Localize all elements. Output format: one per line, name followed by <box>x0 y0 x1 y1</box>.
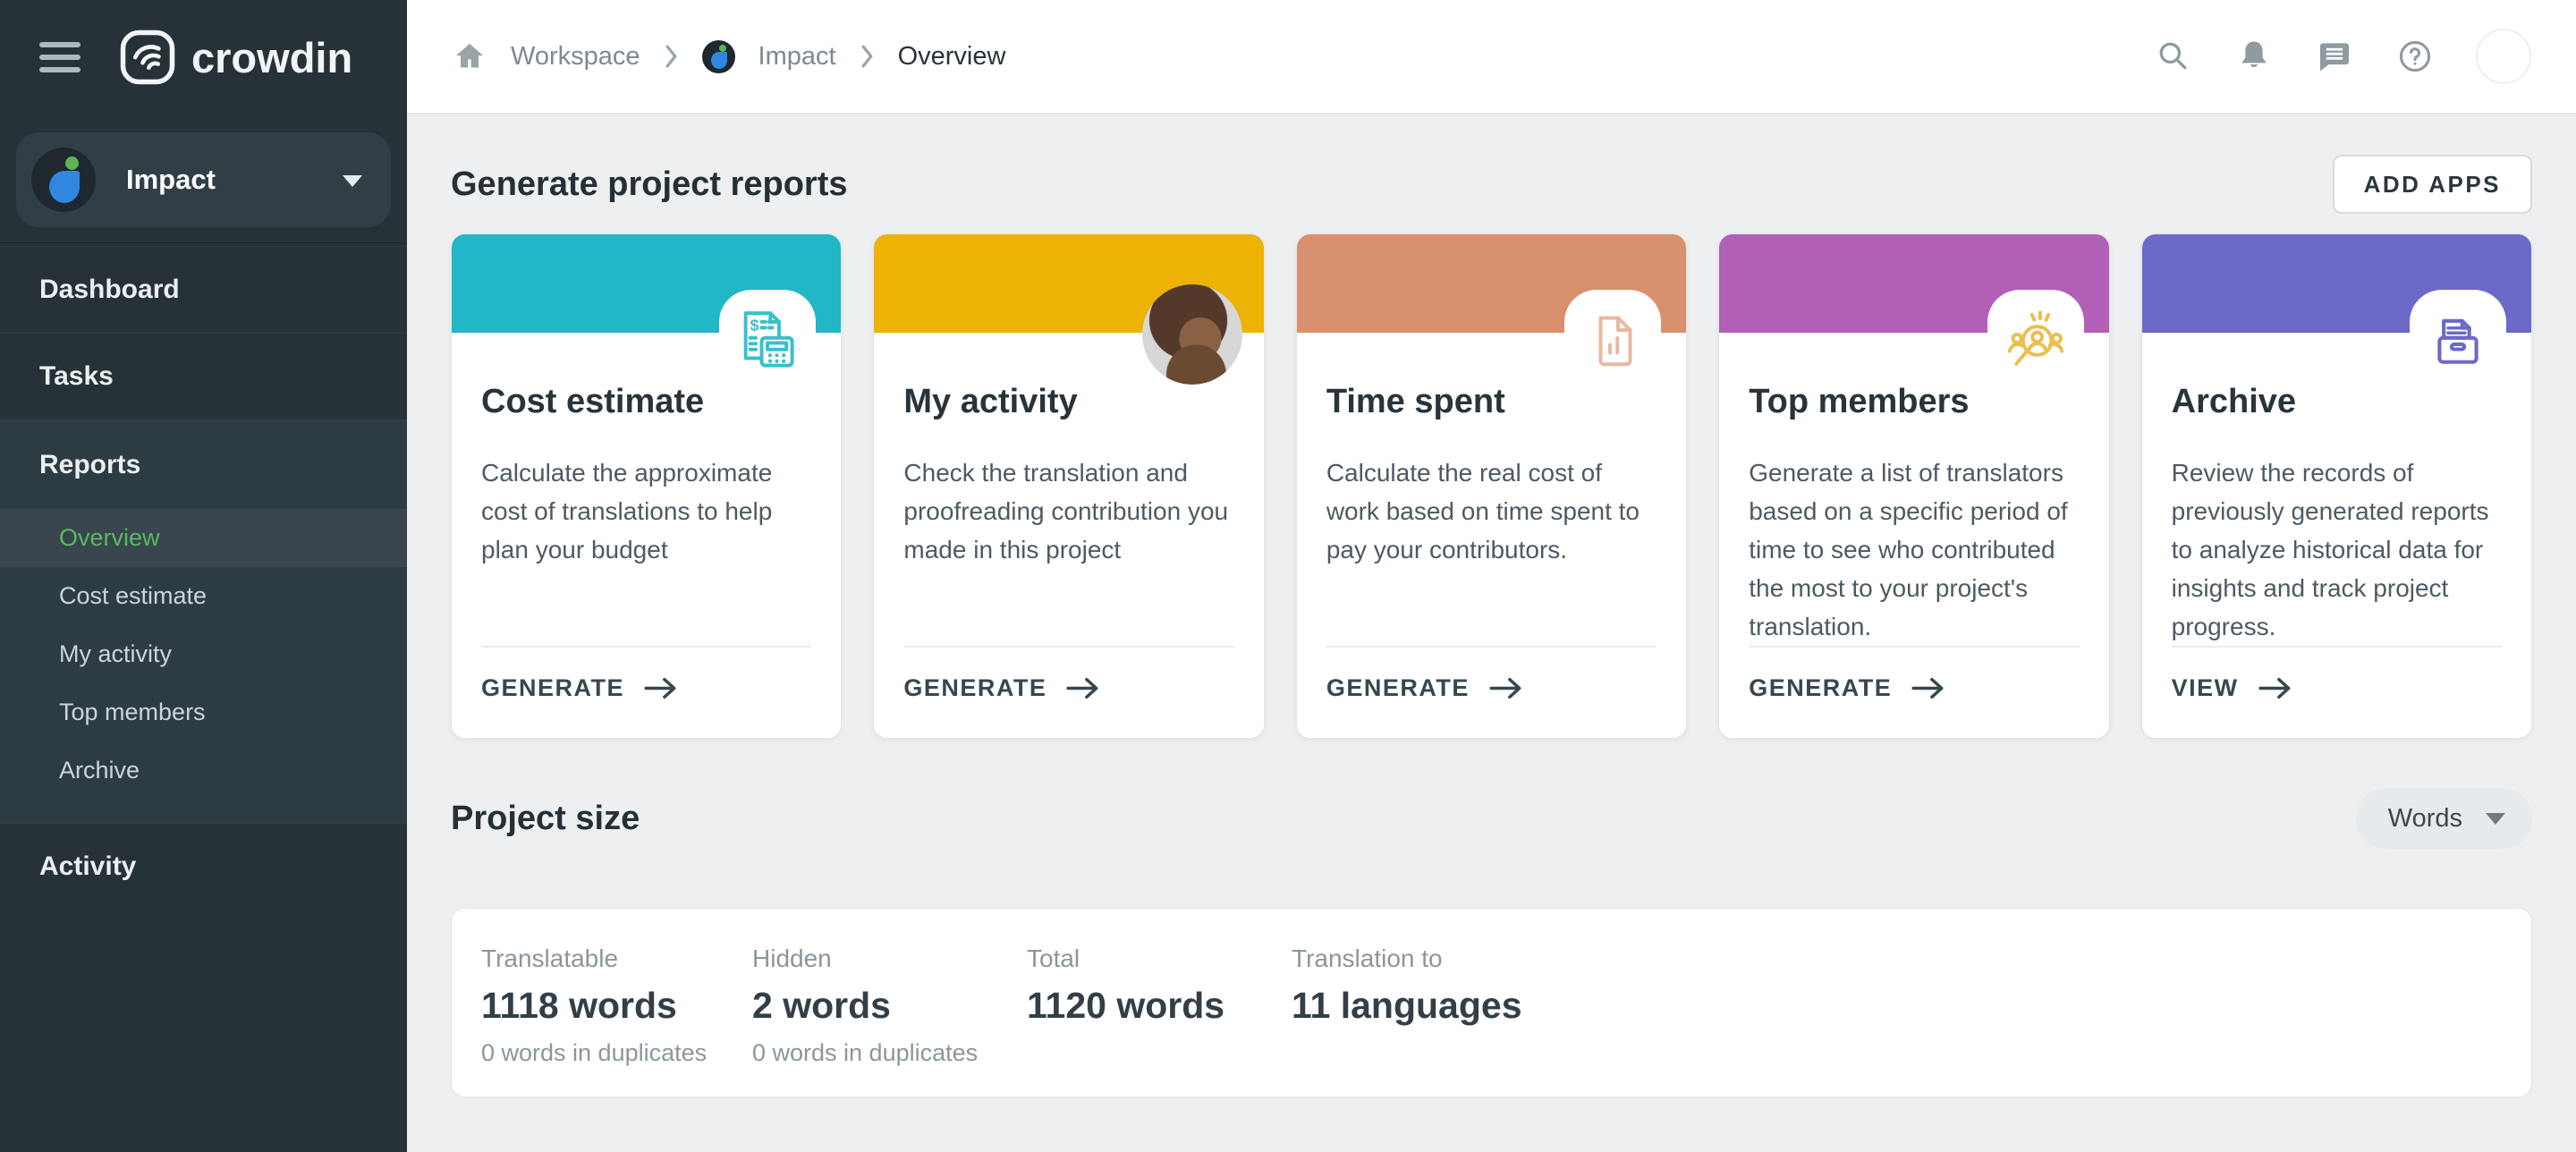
project-size-stats-panel: Translatable 1118 words 0 words in dupli… <box>451 908 2532 1097</box>
sidebar-nav: Dashboard Tasks Reports Overview Cost es… <box>0 246 407 910</box>
content: Generate project reports ADD APPS $ <box>407 114 2576 1152</box>
sidebar-item-reports[interactable]: Reports <box>0 420 407 509</box>
crowdin-logo-text: crowdin <box>191 33 352 82</box>
card-description: Check the translation and proofreading c… <box>903 453 1233 569</box>
generate-link[interactable]: GENERATE <box>481 648 677 738</box>
card-description: Calculate the real cost of work based on… <box>1326 453 1657 569</box>
card-footer: VIEW <box>2172 646 2502 738</box>
card-title: My activity <box>903 383 1233 421</box>
report-card-cost-estimate[interactable]: $ Cost estimate Calculate the approximat… <box>451 233 842 739</box>
card-description: Generate a list of translators based on … <box>1749 453 2079 646</box>
invoice-calculator-icon: $ <box>719 290 816 392</box>
user-photo <box>1142 284 1242 385</box>
main-area: Workspace Impact Overview <box>407 0 2576 1152</box>
stat-hidden: Hidden 2 words 0 words in duplicates <box>752 944 1027 1097</box>
home-icon[interactable] <box>452 38 487 74</box>
search-icon[interactable] <box>2154 37 2193 76</box>
sidebar-header: crowdin <box>0 0 407 114</box>
notifications-bell-icon[interactable] <box>2234 37 2274 76</box>
project-size-head: Project size Words <box>451 788 2532 849</box>
chevron-down-icon <box>2486 813 2505 825</box>
chevron-down-icon <box>343 175 362 187</box>
app-root: crowdin Impact Dashboard Tasks Reports O… <box>0 0 2576 1152</box>
members-search-icon <box>1987 290 2084 392</box>
arrow-right-icon <box>644 676 677 700</box>
stat-translatable: Translatable 1118 words 0 words in dupli… <box>481 944 752 1097</box>
sidebar-item-tasks[interactable]: Tasks <box>0 333 407 419</box>
chevron-right-icon <box>664 45 679 68</box>
sidebar-item-activity[interactable]: Activity <box>0 823 407 910</box>
help-icon[interactable] <box>2395 37 2435 76</box>
arrow-right-icon <box>1911 676 1945 700</box>
report-card-my-activity[interactable]: My activity Check the translation and pr… <box>873 233 1264 739</box>
sidebar-item-dashboard[interactable]: Dashboard <box>0 246 407 333</box>
breadcrumb-current-page: Overview <box>898 42 1006 72</box>
topbar: Workspace Impact Overview <box>407 0 2576 114</box>
card-description: Calculate the approximate cost of transl… <box>481 453 811 569</box>
project-name: Impact <box>126 164 216 196</box>
breadcrumb-workspace[interactable]: Workspace <box>511 42 640 72</box>
generate-link[interactable]: GENERATE <box>1749 648 1945 738</box>
messages-icon[interactable] <box>2315 37 2354 76</box>
topbar-actions <box>2154 29 2531 84</box>
report-card-time-spent[interactable]: Time spent Calculate the real cost of wo… <box>1296 233 1687 739</box>
sidebar-subitem-archive[interactable]: Archive <box>0 741 407 800</box>
generate-link[interactable]: GENERATE <box>1326 648 1522 738</box>
svg-text:$: $ <box>750 317 759 335</box>
stat-translation-to: Translation to 11 languages <box>1292 944 2531 1097</box>
crowdin-logo-icon <box>118 28 177 87</box>
arrow-right-icon <box>1066 676 1099 700</box>
breadcrumb-project-avatar <box>702 40 735 73</box>
card-footer: GENERATE <box>1326 646 1657 738</box>
reports-section-head: Generate project reports ADD APPS <box>451 155 2532 214</box>
user-avatar[interactable] <box>2476 29 2531 84</box>
chevron-right-icon <box>860 45 875 68</box>
crowdin-logo[interactable]: crowdin <box>118 28 352 87</box>
hamburger-menu-icon[interactable] <box>39 42 80 72</box>
sidebar-reports-section: Reports Overview Cost estimate My activi… <box>0 419 407 823</box>
card-footer: GENERATE <box>1749 646 2079 738</box>
card-description: Review the records of previously generat… <box>2172 453 2502 646</box>
sidebar-subitem-top-members[interactable]: Top members <box>0 683 407 741</box>
project-size-title: Project size <box>451 800 640 838</box>
view-link[interactable]: VIEW <box>2172 648 2292 738</box>
card-footer: GENERATE <box>481 646 811 738</box>
sidebar-subitem-cost-estimate[interactable]: Cost estimate <box>0 567 407 625</box>
page-title: Generate project reports <box>451 165 847 204</box>
stat-total: Total 1120 words <box>1027 944 1292 1097</box>
generate-link[interactable]: GENERATE <box>903 648 1099 738</box>
project-avatar <box>31 148 96 212</box>
breadcrumb: Workspace Impact Overview <box>452 38 1005 74</box>
sidebar-subitem-my-activity[interactable]: My activity <box>0 625 407 683</box>
document-chart-icon <box>1564 290 1661 392</box>
report-card-top-members[interactable]: Top members Generate a list of translato… <box>1718 233 2109 739</box>
arrow-right-icon <box>1489 676 1522 700</box>
sidebar: crowdin Impact Dashboard Tasks Reports O… <box>0 0 407 1152</box>
breadcrumb-project[interactable]: Impact <box>758 42 836 72</box>
report-cards-row: $ Cost estimate Calculate the approximat… <box>451 233 2532 739</box>
sidebar-subitem-overview[interactable]: Overview <box>0 509 407 567</box>
unit-selector-dropdown[interactable]: Words <box>2356 788 2532 849</box>
card-footer: GENERATE <box>903 646 1233 738</box>
report-card-archive[interactable]: Archive Review the records of previously… <box>2141 233 2532 739</box>
archive-box-icon <box>2410 290 2506 392</box>
arrow-right-icon <box>2258 676 2292 700</box>
add-apps-button[interactable]: ADD APPS <box>2333 155 2532 214</box>
project-selector[interactable]: Impact <box>16 132 391 227</box>
